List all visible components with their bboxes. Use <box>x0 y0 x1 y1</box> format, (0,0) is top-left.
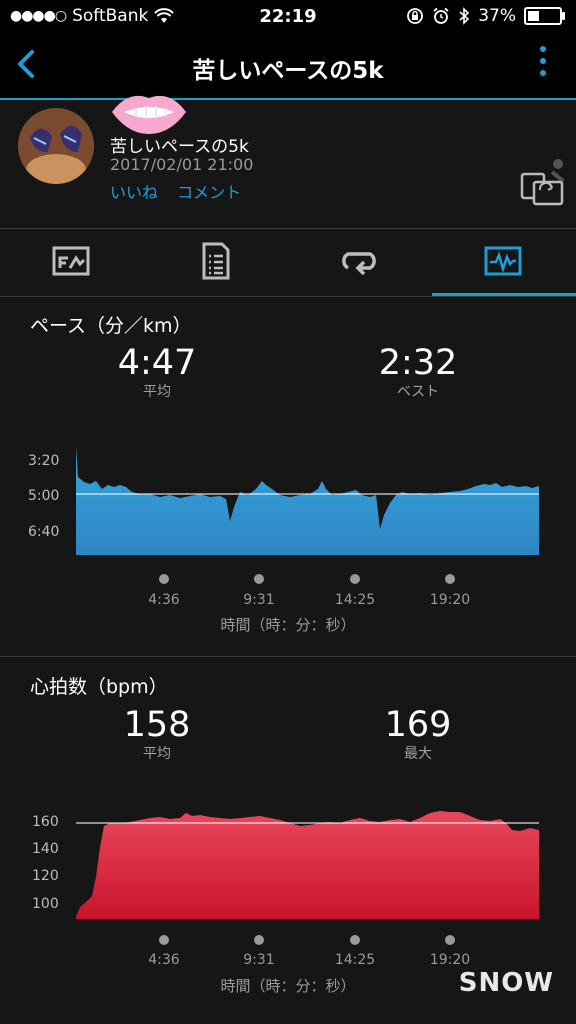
activity-summary: 苦しいペースの5k 2017/02/01 21:00 いいね コメント <box>0 95 576 229</box>
comment-link[interactable]: コメント <box>177 183 241 202</box>
pace-chart <box>76 447 539 555</box>
heart-rate-max-value: 169 <box>384 705 452 745</box>
alarm-icon <box>433 7 449 24</box>
pace-average-label: 平均 <box>143 384 171 400</box>
battery-percent: 37% <box>478 6 516 26</box>
page-title: 苦しいペースの5k <box>192 58 384 84</box>
pace-x-dot <box>445 574 455 584</box>
overview-icon <box>52 246 90 276</box>
avatar-photo <box>18 108 94 184</box>
like-link[interactable]: いいね <box>110 183 158 202</box>
heart-rate-x-tick: 4:36 <box>148 952 180 968</box>
activity-name: 苦しいペースの5k <box>110 137 249 157</box>
pace-best-label: ベスト <box>396 384 440 400</box>
bluetooth-icon <box>459 7 470 25</box>
heart-rate-x-tick: 9:31 <box>243 952 275 968</box>
heart-rate-x-dot <box>350 935 360 945</box>
pace-x-tick: 4:36 <box>148 592 180 608</box>
pace-x-dot <box>159 574 169 584</box>
pace-x-tick: 9:31 <box>243 592 275 608</box>
battery-fill <box>528 11 539 21</box>
snow-watermark: SNOW <box>458 968 554 998</box>
pace-x-tick: 14:25 <box>334 592 376 608</box>
heart-rate-x-dot <box>254 935 264 945</box>
activity-date: 2017/02/01 21:00 <box>110 155 254 174</box>
app-header: 苦しいペースの5k <box>0 32 576 100</box>
pace-best: 2:32 ベスト <box>338 343 498 401</box>
avatar[interactable] <box>18 108 94 184</box>
pace-section: ペース（分／km） 4:47 平均 2:32 ベスト 3:20 5:00 6:4… <box>0 297 576 655</box>
share-device-icon <box>520 159 565 206</box>
tab-charts[interactable] <box>432 230 576 296</box>
details-icon <box>202 242 230 280</box>
status-right: 37% <box>406 6 565 26</box>
status-bar: ●●●●○ SoftBank 22:19 37% <box>0 0 576 32</box>
pace-area <box>76 447 539 555</box>
tab-laps[interactable] <box>288 230 432 294</box>
tab-bar <box>0 230 576 297</box>
tab-details[interactable] <box>144 230 288 294</box>
pace-best-value: 2:32 <box>378 343 458 383</box>
heart-rate-chart <box>76 811 539 919</box>
heart-rate-title: 心拍数（bpm） <box>30 676 168 698</box>
share-device-button[interactable] <box>518 156 566 208</box>
heart-rate-x-tick: 19:20 <box>429 952 471 968</box>
pace-x-axis-label: 時間（時：分：秒） <box>220 616 356 634</box>
heart-rate-max-label: 最大 <box>404 746 432 762</box>
pace-title: ペース（分／km） <box>30 315 192 337</box>
battery-icon <box>524 7 565 25</box>
laps-icon <box>342 252 376 276</box>
pace-x-dot <box>350 574 360 584</box>
heart-rate-max: 169 最大 <box>338 705 498 763</box>
heart-rate-average-label: 平均 <box>143 746 171 762</box>
pace-x-dot <box>254 574 264 584</box>
rotation-lock-icon <box>407 8 424 24</box>
heart-rate-x-dot <box>159 935 169 945</box>
heart-rate-x-dot <box>445 935 455 945</box>
more-dot <box>540 58 546 64</box>
heart-rate-average: 158 平均 <box>77 705 237 763</box>
charts-icon <box>484 246 522 276</box>
heart-rate-x-tick: 14:25 <box>334 952 376 968</box>
more-menu-button[interactable] <box>538 46 548 84</box>
pace-average: 4:47 平均 <box>77 343 237 401</box>
heart-rate-average-value: 158 <box>123 705 191 745</box>
more-dot <box>540 70 546 76</box>
pace-x-tick: 19:20 <box>429 592 471 608</box>
heart-rate-area <box>76 811 539 919</box>
social-links: いいね コメント <box>110 179 255 203</box>
pace-average-value: 4:47 <box>117 343 197 383</box>
tab-overview[interactable] <box>0 230 144 294</box>
more-dot <box>540 46 546 52</box>
